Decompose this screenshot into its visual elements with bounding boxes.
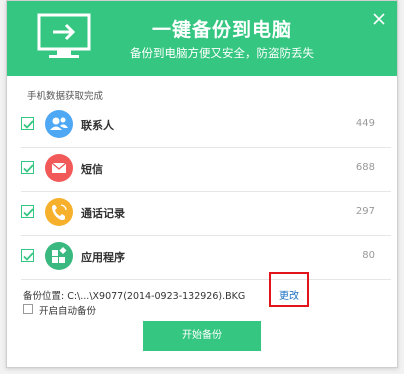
list-item-apps[interactable]: 应用程序 80 — [21, 236, 391, 280]
contacts-checkbox[interactable] — [21, 117, 34, 130]
sms-icon — [45, 154, 73, 182]
call-log-icon — [45, 198, 73, 226]
item-label: 联系人 — [81, 119, 114, 132]
auto-backup-label: 开启自动备份 — [39, 306, 97, 317]
list-item-sms[interactable]: 短信 688 — [21, 148, 391, 192]
apps-icon — [45, 242, 73, 270]
item-label: 应用程序 — [81, 251, 125, 264]
checkmark-icon — [23, 120, 34, 129]
dialog-subtitle: 备份到电脑方便又安全，防盗防丢失 — [130, 46, 314, 60]
dialog-header: 一键备份到电脑 备份到电脑方便又安全，防盗防丢失 — [7, 1, 397, 76]
item-count: 688 — [355, 162, 375, 173]
start-backup-button[interactable]: 开始备份 — [143, 321, 261, 351]
call-log-checkbox[interactable] — [21, 205, 34, 218]
backup-dialog: 一键备份到电脑 备份到电脑方便又安全，防盗防丢失 手机数据获取完成 联系人 44… — [6, 0, 398, 368]
status-text: 手机数据获取完成 — [27, 91, 104, 102]
apps-checkbox[interactable] — [21, 249, 34, 262]
sms-checkbox[interactable] — [21, 161, 34, 174]
contacts-icon — [45, 110, 73, 138]
checkmark-icon — [23, 252, 34, 261]
dialog-title: 一键备份到电脑 — [151, 19, 292, 41]
close-icon[interactable] — [371, 11, 387, 27]
item-count: 80 — [362, 250, 375, 261]
list-item-call-log[interactable]: 通话记录 297 — [21, 192, 391, 236]
highlight-box — [269, 272, 309, 307]
item-label: 短信 — [81, 163, 103, 176]
checkmark-icon — [23, 164, 34, 173]
item-count: 297 — [355, 206, 375, 217]
checkmark-icon — [23, 208, 34, 217]
item-count: 449 — [355, 118, 375, 129]
item-label: 通话记录 — [81, 207, 125, 220]
backup-location: 备份位置: C:\...\X9077(2014-0923-132926).BKG — [23, 291, 246, 302]
list-item-contacts[interactable]: 联系人 449 — [21, 104, 391, 148]
auto-backup-checkbox[interactable] — [23, 304, 33, 314]
